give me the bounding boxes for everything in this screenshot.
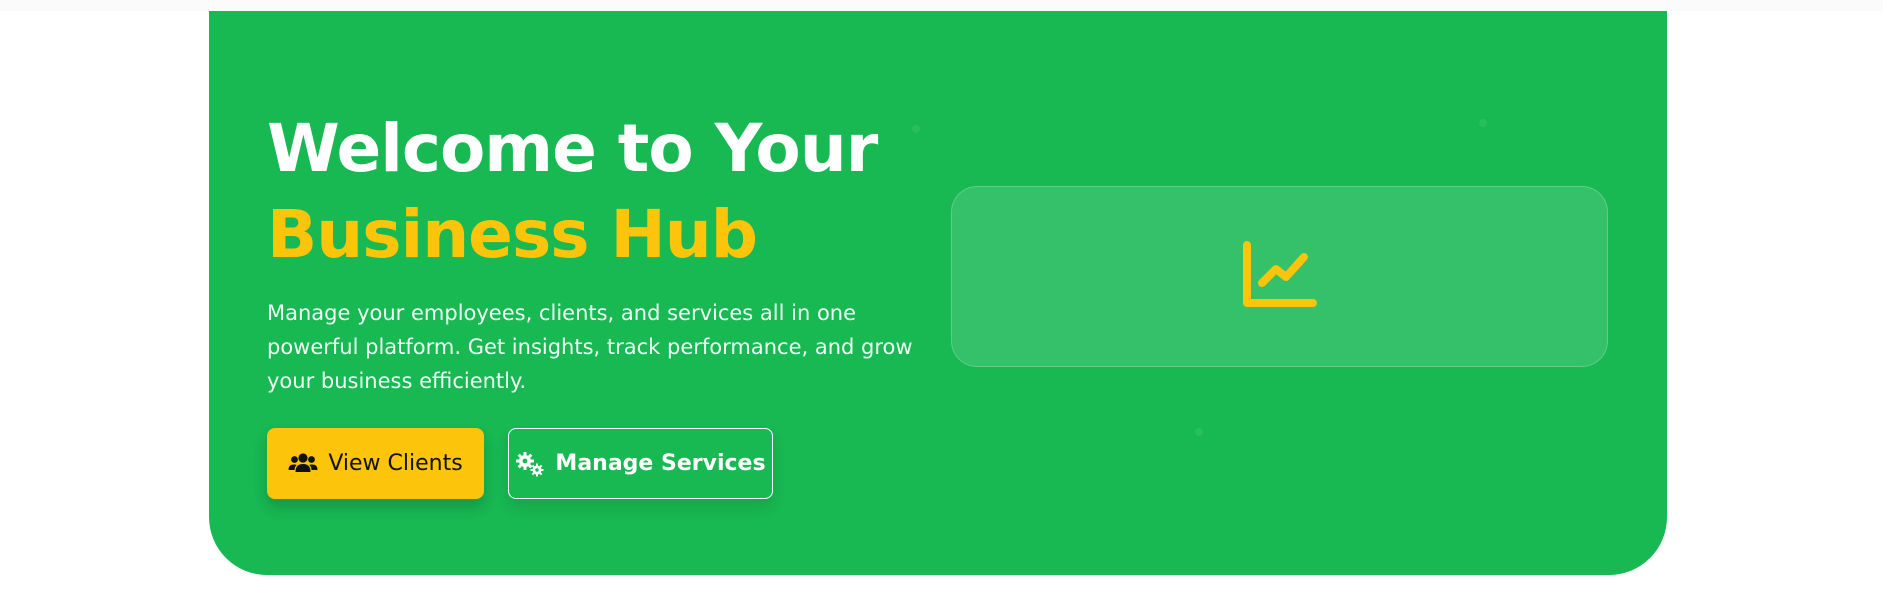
hero-title: Welcome to Your Business Hub [267, 106, 917, 278]
hero-description: Manage your employees, clients, and serv… [267, 301, 913, 393]
manage-services-button[interactable]: Manage Services [508, 428, 773, 499]
users-icon [288, 452, 318, 476]
hero-banner: Welcome to Your Business Hub Manage your… [209, 11, 1667, 575]
manage-services-label: Manage Services [555, 451, 766, 476]
hero-feature-card [951, 186, 1608, 367]
page-top-strip [0, 0, 1883, 11]
hero-actions: View Clients Manage Services [267, 428, 917, 499]
view-clients-label: View Clients [328, 451, 463, 476]
gears-icon [515, 451, 545, 477]
decor-dot [1195, 428, 1203, 436]
hero-content: Welcome to Your Business Hub Manage your… [267, 106, 917, 499]
decor-dot [1479, 119, 1487, 127]
hero-title-line1: Welcome to Your [267, 110, 878, 187]
hero-title-highlight: Business Hub [267, 196, 758, 273]
view-clients-button[interactable]: View Clients [267, 428, 484, 499]
chart-line-icon [1242, 240, 1318, 313]
